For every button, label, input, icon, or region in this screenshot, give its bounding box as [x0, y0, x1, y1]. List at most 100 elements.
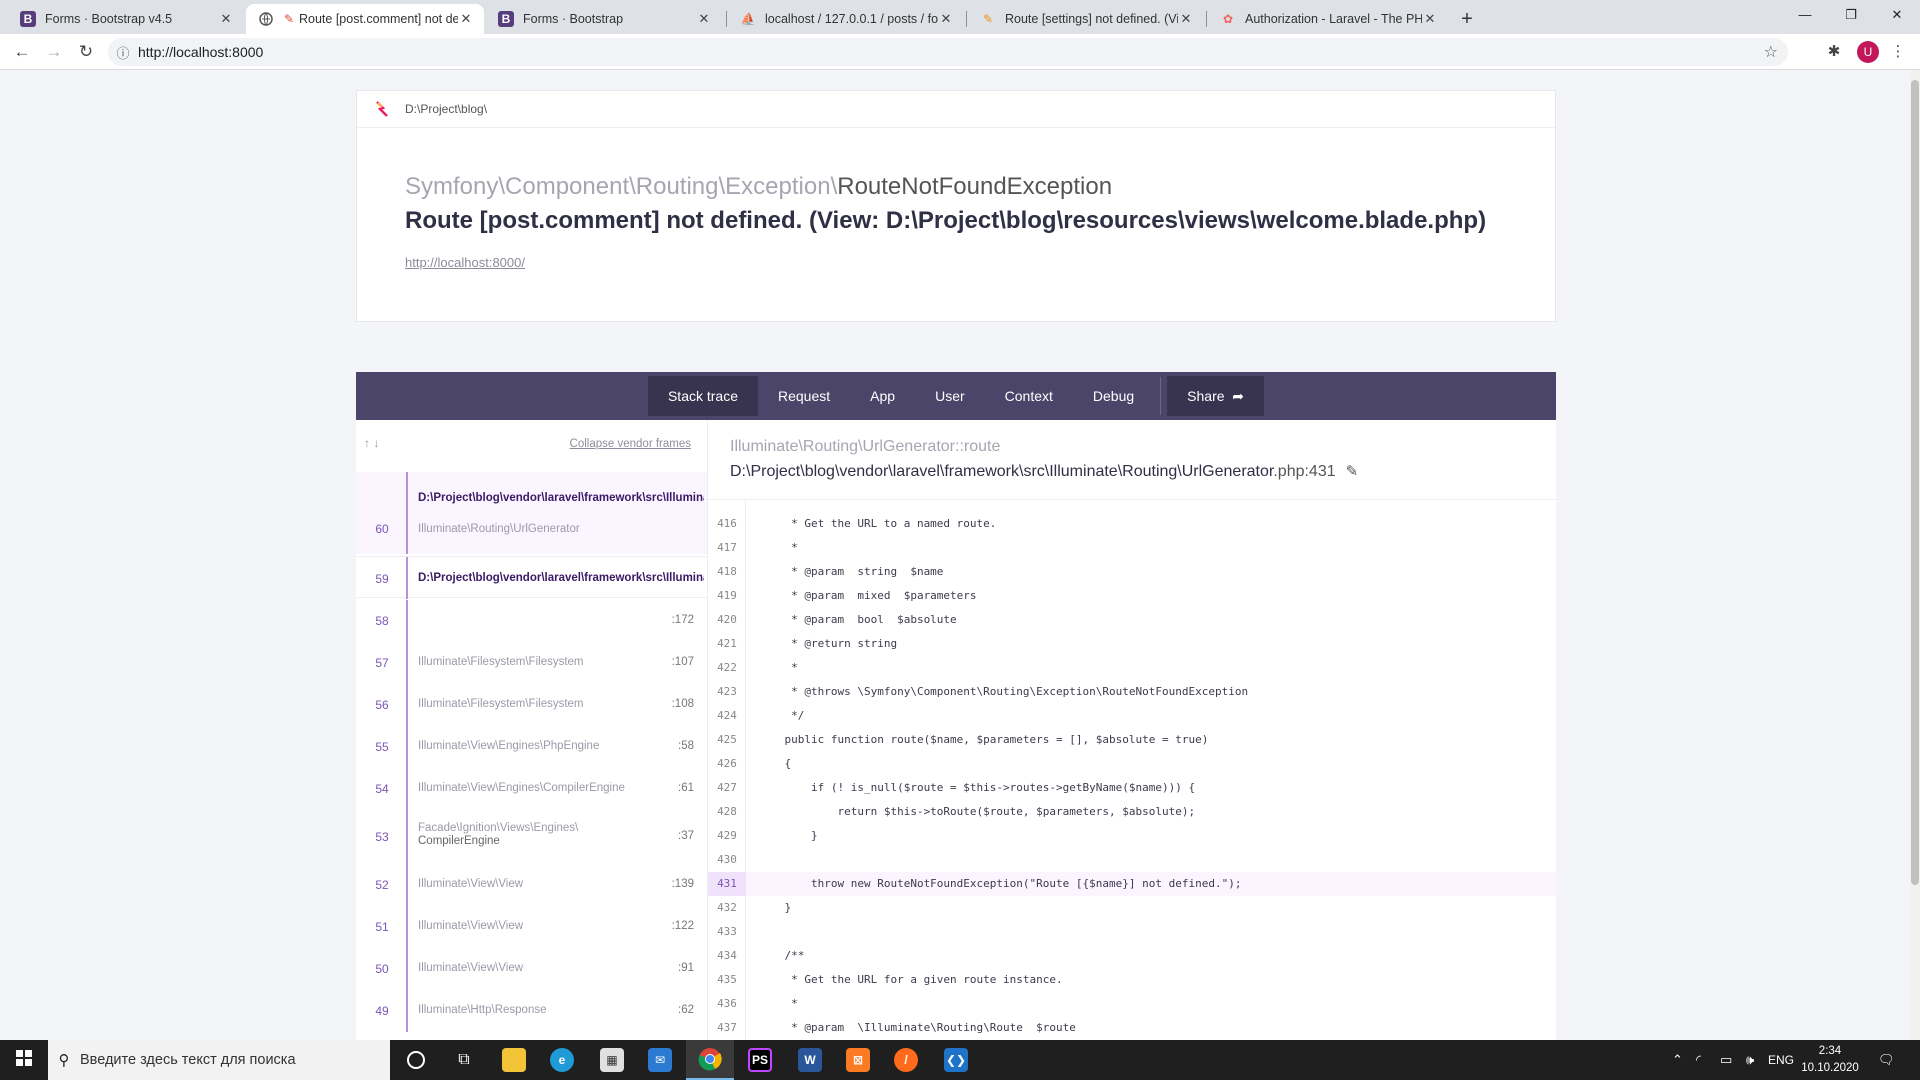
close-icon[interactable]: ✕	[938, 11, 954, 27]
search-placeholder: Введите здесь текст для поиска	[80, 1052, 296, 1068]
stack-frame[interactable]: 57 Illuminate\Filesystem\Filesystem :107	[356, 642, 707, 684]
stack-frame[interactable]: 52 Illuminate\View\View :139	[356, 864, 707, 906]
code-line: 422 *	[708, 656, 1556, 680]
file-explorer-icon[interactable]	[490, 1040, 538, 1080]
line-number: 416	[717, 517, 737, 530]
collapse-vendor-frames-link[interactable]: Collapse vendor frames	[570, 438, 691, 450]
frame-class: Illuminate\Http\Response	[418, 1004, 547, 1016]
store-icon[interactable]: ▦	[588, 1040, 636, 1080]
frame-function: Illuminate\Routing\UrlGenerator::route	[730, 438, 1000, 456]
forward-icon[interactable]: →	[40, 38, 68, 66]
windows-start-icon[interactable]	[0, 1040, 48, 1080]
tab-context[interactable]: Context	[985, 376, 1073, 416]
stack-frame[interactable]: D:\Project\blog\vendor\laravel\framework…	[356, 472, 707, 554]
tab-bootstrap-forms-v45[interactable]: B Forms · Bootstrap v4.5 ✕	[8, 4, 244, 34]
word-icon[interactable]: W	[786, 1040, 834, 1080]
frame-line: :108	[671, 698, 694, 710]
vscode-icon[interactable]: ❮❯	[932, 1040, 980, 1080]
tab-bootstrap-forms[interactable]: B Forms · Bootstrap ✕	[486, 4, 722, 34]
share-button[interactable]: Share ➦	[1167, 376, 1265, 416]
stack-frame[interactable]: 51 Illuminate\View\View :122	[356, 906, 707, 948]
close-icon[interactable]: ✕	[218, 11, 234, 27]
frame-class: CompilerEngine	[418, 835, 500, 847]
close-icon[interactable]: ✕	[1422, 11, 1438, 27]
tab-stack-trace[interactable]: Stack trace	[647, 376, 758, 416]
line-code: *	[758, 541, 798, 554]
network-icon[interactable]: ◜	[1696, 1040, 1701, 1080]
request-url-link[interactable]: http://localhost:8000/	[405, 255, 525, 270]
tab-laravel-authorization[interactable]: ✿ Authorization - Laravel - The PHP ✕	[1208, 4, 1448, 34]
chrome-icon[interactable]	[686, 1040, 734, 1080]
stack-frame[interactable]: 49 Illuminate\Http\Response :62	[356, 990, 707, 1032]
new-tab-button[interactable]: +	[1454, 6, 1480, 32]
stack-frame[interactable]: 53 Facade\Ignition\Views\Engines\ Compil…	[356, 810, 707, 864]
phpstorm-icon[interactable]: PS	[736, 1040, 784, 1080]
restore-icon[interactable]: ❐	[1828, 0, 1874, 30]
info-icon[interactable]: ⓘ	[108, 43, 138, 62]
stack-frame[interactable]: 59 D:\Project\blog\vendor\laravel\framew…	[356, 556, 707, 599]
mail-icon[interactable]: ✉	[636, 1040, 684, 1080]
address-bar[interactable]: ⓘ http://localhost:8000 ☆	[108, 38, 1788, 66]
tab-request[interactable]: Request	[758, 376, 850, 416]
line-number: 431	[708, 872, 746, 896]
tray-chevron-icon[interactable]: ⌃	[1672, 1040, 1683, 1080]
tab-route-post-comment[interactable]: ✎ Route [post.comment] not de ✕	[246, 4, 484, 34]
profile-avatar[interactable]: U	[1857, 41, 1879, 63]
line-number: 420	[717, 613, 737, 626]
sublime-icon[interactable]: /	[882, 1040, 930, 1080]
reload-icon[interactable]: ↻	[72, 38, 100, 66]
search-icon: ⚲	[58, 1052, 70, 1069]
volume-icon[interactable]: 🕪	[1746, 1040, 1754, 1080]
minimize-icon[interactable]: —	[1782, 0, 1828, 30]
extensions-icon[interactable]: ✱	[1820, 38, 1848, 66]
edge-icon[interactable]: e	[538, 1040, 586, 1080]
clock-time: 2:34	[1818, 1045, 1842, 1057]
stack-frame[interactable]: 55 Illuminate\View\Engines\PhpEngine :58	[356, 726, 707, 768]
line-number: 437	[717, 1021, 737, 1034]
bootstrap-icon: B	[498, 11, 514, 27]
close-icon[interactable]: ✕	[458, 11, 474, 27]
close-icon[interactable]: ✕	[1178, 11, 1194, 27]
back-icon[interactable]: ←	[8, 38, 36, 66]
tab-separator	[1206, 11, 1207, 27]
edit-pencil-icon[interactable]: ✎	[1346, 462, 1359, 480]
stack-frame[interactable]: 54 Illuminate\View\Engines\CompilerEngin…	[356, 768, 707, 810]
tab-debug[interactable]: Debug	[1073, 376, 1154, 416]
code-line: 420 * @param bool $absolute	[708, 608, 1556, 632]
frame-class: Illuminate\Filesystem\Filesystem	[418, 698, 584, 710]
task-view-icon[interactable]: ⧉	[440, 1040, 488, 1080]
notifications-icon[interactable]: 🗨	[1878, 1040, 1895, 1080]
frame-number: 54	[375, 782, 389, 796]
close-icon[interactable]: ✕	[696, 11, 712, 27]
taskbar-search[interactable]: ⚲ Введите здесь текст для поиска	[48, 1040, 390, 1080]
line-code: return $this->toRoute($route, $parameter…	[758, 805, 1196, 818]
stack-frame[interactable]: 50 Illuminate\View\View :91	[356, 948, 707, 990]
cortana-icon[interactable]	[392, 1040, 440, 1080]
language-indicator[interactable]: ENG	[1768, 1040, 1794, 1080]
bookmark-star-icon[interactable]: ☆	[1764, 42, 1778, 62]
stack-frame[interactable]: 58 :172	[356, 600, 707, 642]
menu-kebab-icon[interactable]: ⋮	[1884, 38, 1912, 66]
tab-app[interactable]: App	[850, 376, 915, 416]
xampp-icon[interactable]: ⊠	[834, 1040, 882, 1080]
frame-nav-arrows-icon[interactable]: ↑ ↓	[364, 436, 379, 450]
code-viewer: Illuminate\Routing\UrlGenerator::route D…	[708, 420, 1556, 1040]
tab-divider	[1160, 377, 1162, 415]
close-window-icon[interactable]: ✕	[1874, 0, 1920, 30]
tab-route-settings[interactable]: ✎ Route [settings] not defined. (Vie ✕	[968, 4, 1204, 34]
tab-phpmyadmin[interactable]: ⛵ localhost / 127.0.0.1 / posts / foll ✕	[728, 4, 964, 34]
taskbar-clock[interactable]: 2:34 10.10.2020	[1798, 1043, 1862, 1077]
line-number: 418	[717, 565, 737, 578]
file-path: D:\Project\blog\vendor\laravel\framework…	[730, 463, 1274, 480]
stack-frame[interactable]: 56 Illuminate\Filesystem\Filesystem :108	[356, 684, 707, 726]
scrollbar-thumb[interactable]	[1911, 80, 1919, 885]
line-number: 421	[717, 637, 737, 650]
tab-user[interactable]: User	[915, 376, 985, 416]
code-line: 436 *	[708, 992, 1556, 1016]
frame-class: Illuminate\View\View	[418, 878, 524, 890]
ignition-icon	[258, 11, 274, 27]
page-scrollbar[interactable]	[1910, 70, 1920, 1040]
line-number: 426	[717, 757, 737, 770]
battery-icon[interactable]: ▭	[1720, 1040, 1732, 1080]
share-label: Share	[1187, 388, 1225, 404]
